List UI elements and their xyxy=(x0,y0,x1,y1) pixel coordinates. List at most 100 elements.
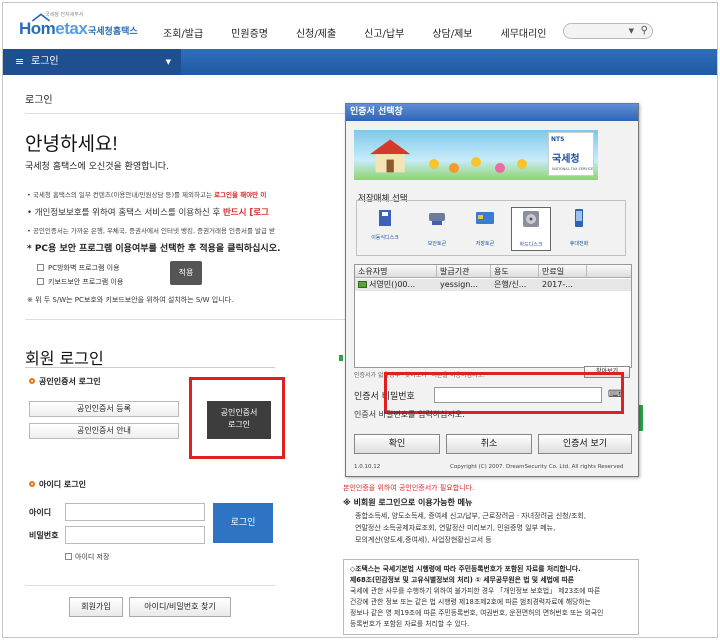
password-input[interactable] xyxy=(65,526,205,544)
table-header: 소유자명 발급기관 용도 만료일 xyxy=(355,265,631,278)
smart-card-icon xyxy=(476,212,494,224)
privacy-line: 국세에 관한 사무를 수행하기 위하여 불가피한 경우 「개인정보 보호법」 제… xyxy=(350,587,601,595)
copyright-text: Copyright (C) 2007. DreamSecurity Co. Lt… xyxy=(450,464,624,470)
join-button[interactable]: 회원가입 xyxy=(69,597,123,617)
storage-harddisk-label: 하드디스크 xyxy=(519,242,543,248)
find-id-password-button[interactable]: 아이디/비밀번호 찾기 xyxy=(129,597,231,617)
menu-dropdown-button[interactable]: ≡ 로그인 ▼ xyxy=(3,49,181,75)
hometax-logo[interactable]: 국세청 전자세무서 Hometax 국세청홈택스 xyxy=(15,12,145,43)
storage-hard-disk[interactable]: 하드디스크 xyxy=(511,207,551,251)
cert-required-note: 본인인증을 위하여 공인인증서가 필요합니다. xyxy=(343,484,475,492)
cancel-button[interactable]: 취소 xyxy=(446,434,532,454)
nav-inquiry[interactable]: 조회/발급 xyxy=(163,25,203,40)
id-input[interactable] xyxy=(65,503,205,521)
search-icon[interactable]: ⚲ xyxy=(641,25,648,36)
nts-logo: NTS 국세청 NATIONAL TAX SERVICE xyxy=(548,132,594,176)
dialog-title[interactable]: 인증서 선택창 xyxy=(346,104,638,121)
nonmember-menu-line: 종합소득세, 양도소득세, 증여세 신고/납부, 근로장려금 · 자녀장려금 신… xyxy=(355,512,587,520)
menu-bar: ≡ 로그인 ▼ xyxy=(3,49,717,75)
nonmember-menu-line: 모의계산(양도세,증여세), 사업장현황신고서 등 xyxy=(355,536,492,544)
menu-dropdown-label: 로그인 xyxy=(31,56,59,67)
dialog-banner: NTS 국세청 NATIONAL TAX SERVICE xyxy=(354,130,598,180)
version-text: 1.0.10.12 xyxy=(354,464,381,470)
storage-phone-label: 휴대전화 xyxy=(569,241,589,247)
green-marker xyxy=(339,355,343,361)
nav-application[interactable]: 신청/제출 xyxy=(296,25,336,40)
storage-usb[interactable]: 이동식디스크 xyxy=(365,207,405,251)
cert-login-section-title: 공인인증서 로그인 xyxy=(29,376,101,387)
greeting-heading: 안녕하세요! xyxy=(25,134,118,155)
nav-consult[interactable]: 상담/제보 xyxy=(432,25,472,40)
nts-abbrev: NTS xyxy=(551,136,565,143)
keyboard-security-checkbox[interactable]: 키보드보안 프로그램 이용 xyxy=(37,277,123,287)
note-line: • 개인정보보호를 위하여 홈택스 서비스를 이용하신 후 반드시 [로그 xyxy=(27,208,269,218)
bullet-icon xyxy=(29,481,35,487)
nav-tax-agent[interactable]: 세무대리인 xyxy=(501,25,547,40)
privacy-line: 제68조(민감정보 및 고유식별정보의 처리) ① 세무공무원은 법 및 세법에… xyxy=(350,576,575,584)
storage-mobile-phone[interactable]: 휴대전화 xyxy=(559,207,599,251)
search-input[interactable]: ▼ ⚲ xyxy=(563,23,653,39)
view-certificate-button[interactable]: 인증서 보기 xyxy=(538,434,632,454)
security-token-icon xyxy=(429,213,445,225)
certificate-icon xyxy=(358,281,367,288)
storage-token-label: 보안토큰 xyxy=(427,241,447,247)
pc-security-note: * PC용 보안 프로그램 이용여부를 선택한 후 적용을 클릭하십시오. xyxy=(27,244,281,254)
certificate-dialog: 인증서 선택창 NTS 국세청 NATIONAL TAX SERVICE 저장매… xyxy=(345,103,639,477)
column-purpose[interactable]: 용도 xyxy=(491,265,539,278)
checkbox-icon[interactable] xyxy=(37,264,44,271)
privacy-notice-box: ◇조택스는 국세기본법 시행령에 따라 주민등록번호가 포함된 자료를 처리합니… xyxy=(343,559,639,635)
hamburger-icon: ≡ xyxy=(15,55,25,68)
id-login-button[interactable]: 로그인 xyxy=(213,503,273,543)
page-title: 로그인 xyxy=(25,95,53,106)
house-illustration-icon xyxy=(370,139,411,173)
cert-register-button[interactable]: 공인인증서 등록 xyxy=(29,401,179,417)
logo-subtitle: 국세청홈택스 xyxy=(88,27,138,37)
save-id-checkbox[interactable]: 아이디 저장 xyxy=(65,552,109,562)
column-expiry[interactable]: 만료일 xyxy=(539,265,587,278)
software-note: ※ 위 두 S/W는 PC보호와 키보드보안을 위하여 설치하는 S/W 입니다… xyxy=(27,296,234,304)
storage-security-token[interactable]: 보안토큰 xyxy=(417,207,457,251)
cell-purpose: 은행/신... xyxy=(494,280,527,289)
checkbox-icon[interactable] xyxy=(65,553,72,560)
table-row[interactable]: 서영민()00... yessign... 은행/신... 2017-... xyxy=(355,279,631,291)
welcome-text: 국세청 홈택스에 오신것을 환영합니다. xyxy=(25,162,169,172)
note-line: • 국세청 홈택스의 일부 컨텐츠(이용안내/민원상담 등)를 제외하고는 로그… xyxy=(27,191,267,199)
storage-smart-card[interactable]: 저장토큰 xyxy=(465,207,505,251)
firewall-checkbox[interactable]: PC방화벽 프로그램 이용 xyxy=(37,263,120,273)
privacy-line: 정보나 같은 영 제19조에 따른 주민등록번호, 여권번호, 운전면허의 면허… xyxy=(350,609,604,617)
privacy-line: ◇조택스는 국세기본법 시행령에 따라 주민등록번호가 포함된 자료를 처리합니… xyxy=(350,565,581,573)
cert-guide-button[interactable]: 공인인증서 안내 xyxy=(29,423,179,439)
nav-filing[interactable]: 신고/납부 xyxy=(364,25,404,40)
divider xyxy=(25,367,275,368)
divider xyxy=(25,113,345,114)
nonmember-menu-title: ※ 비회원 로그인으로 이용가능한 메뉴 xyxy=(343,498,473,507)
divider xyxy=(25,585,275,586)
storage-card-label: 저장토큰 xyxy=(475,241,495,247)
privacy-line: 등록번호가 포함된 자료를 처리할 수 있다. xyxy=(350,620,470,628)
chevron-down-icon: ▼ xyxy=(165,58,171,66)
ok-button[interactable]: 확인 xyxy=(354,434,440,454)
browser-frame: 국세청 전자세무서 Hometax 국세청홈택스 조회/발급 민원증명 신청/제… xyxy=(2,2,718,638)
flowers-illustration-icon xyxy=(429,157,527,173)
dialog-footer: 1.0.10.12 Copyright (C) 2007. DreamSecur… xyxy=(354,464,623,470)
divider xyxy=(25,319,345,320)
column-issuer[interactable]: 발급기관 xyxy=(437,265,491,278)
hard-disk-icon xyxy=(523,211,539,227)
highlight-box xyxy=(189,377,285,459)
nts-english: NATIONAL TAX SERVICE xyxy=(552,167,594,171)
privacy-line: 건강에 관한 정보 또는 같은 법 시행령 제18조제2호에 따른 범죄경력자료… xyxy=(350,598,591,606)
password-label: 비밀번호 xyxy=(29,531,59,540)
nts-name: 국세청 xyxy=(552,154,580,165)
login-notes: • 국세청 홈택스의 일부 컨텐츠(이용안내/민원상담 등)를 제외하고는 로그… xyxy=(27,189,349,242)
highlight-box xyxy=(384,372,624,414)
checkbox-icon[interactable] xyxy=(37,278,44,285)
id-label: 아이디 xyxy=(29,508,52,517)
nav-certificates[interactable]: 민원증명 xyxy=(231,25,268,40)
apply-button[interactable]: 적용 xyxy=(170,261,202,285)
column-owner[interactable]: 소유자명 xyxy=(355,265,437,278)
dropdown-arrow-icon[interactable]: ▼ xyxy=(629,27,634,35)
cert-password-hint: 인증서 비밀번호를 입력하십시오. xyxy=(354,410,465,419)
storage-selector: 이동식디스크 보안토큰 저장토큰 하드디스크 휴대전화 xyxy=(356,200,626,256)
member-login-heading: 회원 로그인 xyxy=(25,349,104,368)
cell-expiry: 2017-... xyxy=(542,280,573,289)
